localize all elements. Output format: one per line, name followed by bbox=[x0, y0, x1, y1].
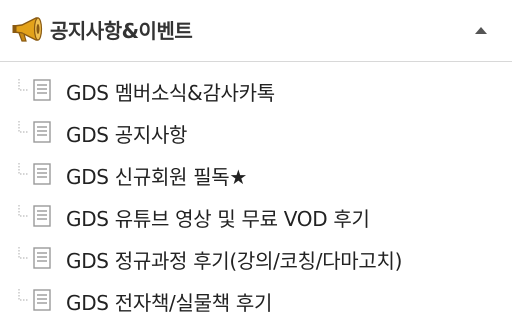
menu-item-label: GDS 공지사항 bbox=[66, 123, 188, 147]
board-menu-panel: 공지사항&이벤트 GDS 멤버소식&감사카톡 GDS 공지사항 GDS 신규회원… bbox=[0, 0, 512, 316]
collapse-arrow-icon[interactable] bbox=[470, 22, 492, 40]
menu-item-course-review[interactable]: GDS 정규과정 후기(강의/코칭/다마고치) bbox=[0, 238, 512, 276]
menu-item-label: GDS 전자책/실물책 후기 bbox=[66, 291, 273, 315]
board-category-header[interactable]: 공지사항&이벤트 bbox=[0, 0, 512, 62]
menu-item-label: GDS 유튜브 영상 및 무료 VOD 후기 bbox=[66, 207, 370, 231]
section-title: 공지사항&이벤트 bbox=[50, 19, 193, 43]
document-icon bbox=[33, 289, 51, 311]
menu-item-label: GDS 멤버소식&감사카톡 bbox=[66, 81, 275, 105]
menu-item-book-review[interactable]: GDS 전자책/실물책 후기 bbox=[0, 280, 512, 316]
document-icon bbox=[33, 163, 51, 185]
tree-line-icon bbox=[18, 121, 28, 133]
menu-item-new-member[interactable]: GDS 신규회원 필독★ bbox=[0, 154, 512, 192]
tree-line-icon bbox=[18, 79, 28, 91]
tree-line-icon bbox=[18, 205, 28, 217]
document-icon bbox=[33, 79, 51, 101]
document-icon bbox=[33, 247, 51, 269]
menu-item-youtube-vod[interactable]: GDS 유튜브 영상 및 무료 VOD 후기 bbox=[0, 196, 512, 234]
document-icon bbox=[33, 205, 51, 227]
tree-line-icon bbox=[18, 163, 28, 175]
menu-item-member-news[interactable]: GDS 멤버소식&감사카톡 bbox=[0, 70, 512, 108]
menu-item-notice[interactable]: GDS 공지사항 bbox=[0, 112, 512, 150]
tree-line-icon bbox=[18, 289, 28, 301]
menu-item-label: GDS 정규과정 후기(강의/코칭/다마고치) bbox=[66, 249, 403, 273]
tree-line-icon bbox=[18, 247, 28, 259]
menu-item-label: GDS 신규회원 필독★ bbox=[66, 165, 248, 189]
document-icon bbox=[33, 121, 51, 143]
megaphone-icon bbox=[12, 17, 43, 42]
